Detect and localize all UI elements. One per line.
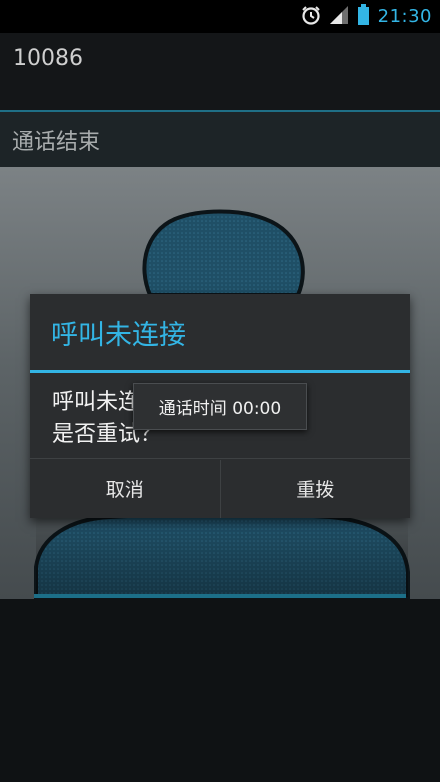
call-state-label: 通话结束: [12, 130, 101, 155]
in-call-controls-area: [0, 599, 440, 782]
caller-header: 10086: [0, 33, 440, 111]
call-state-bar: 通话结束: [0, 112, 440, 167]
dialog-divider: [30, 370, 410, 373]
dialog-title: 呼叫未连接: [51, 320, 186, 351]
status-time: 21:30: [377, 6, 432, 27]
signal-icon: [329, 5, 349, 29]
caller-number: 10086: [13, 46, 83, 71]
redial-button[interactable]: 重拨: [221, 459, 411, 518]
call-duration-toast: 通话时间 00:00: [133, 383, 307, 430]
status-icons: 21:30: [301, 3, 432, 30]
cancel-button[interactable]: 取消: [30, 459, 220, 518]
status-bar: 21:30: [0, 0, 440, 33]
battery-icon: [357, 3, 370, 30]
photo-bottom-line: [34, 594, 406, 598]
alarm-icon: [301, 5, 321, 29]
dialog-button-bar: 取消 重拨: [30, 458, 410, 518]
